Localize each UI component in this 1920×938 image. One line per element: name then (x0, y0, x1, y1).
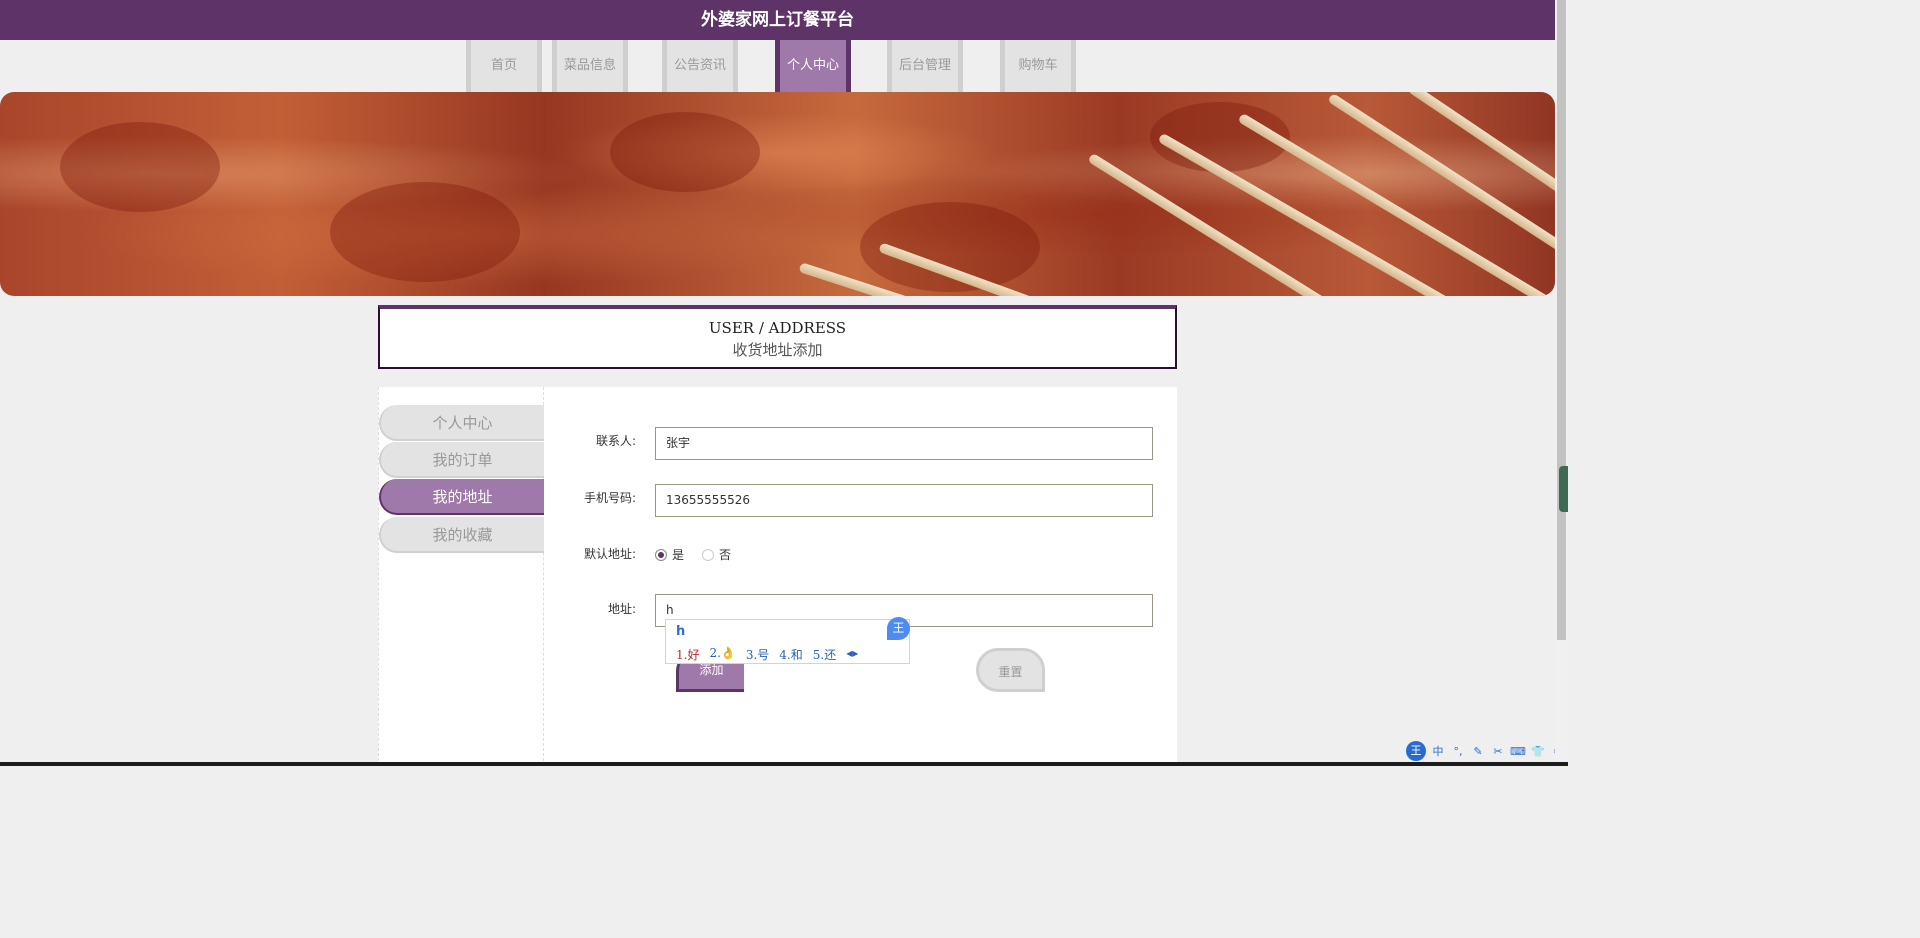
ime-handwriting-icon[interactable]: ✎ (1470, 745, 1486, 758)
ime-typed-text: h (676, 624, 686, 639)
ime-screenshot-icon[interactable]: ✂ (1490, 745, 1506, 758)
phone-input[interactable]: 13655555526 (655, 484, 1153, 517)
side-panel-handle[interactable] (1559, 466, 1568, 512)
site-title: 外婆家网上订餐平台 (701, 10, 854, 30)
sidebar-item-my-orders[interactable]: 我的订单 (379, 442, 544, 478)
ime-keyboard-icon[interactable]: ⌨ (1510, 745, 1526, 758)
sidebar-item-my-address[interactable]: 我的地址 (379, 479, 544, 515)
contact-input[interactable]: 张宇 (655, 427, 1153, 460)
ime-logo-icon: 王 (887, 617, 910, 640)
reset-button[interactable]: 重置 (976, 648, 1045, 692)
page-heading-english: USER / ADDRESS (708, 319, 847, 337)
ime-toolbar: 王 中 °, ✎ ✂ ⌨ 👕 ⚙ (1406, 740, 1568, 762)
default-yes-radio[interactable] (655, 548, 667, 561)
default-address-label: 默认地址: (583, 547, 636, 561)
nav-tab-admin[interactable]: 后台管理 (887, 40, 963, 92)
ime-chinese-mode-icon[interactable]: 中 (1430, 743, 1446, 759)
ime-candidate-list: 1.好 2.👌 3.号 4.和 5.还 ◂▸ (676, 646, 858, 663)
nav-tab-dishes[interactable]: 菜品信息 (552, 40, 628, 92)
page-heading-chinese: 收货地址添加 (732, 341, 823, 359)
default-no-label: 否 (719, 548, 732, 562)
ime-candidate-3[interactable]: 3.号 (746, 646, 769, 663)
nav-tab-cart[interactable]: 购物车 (1000, 40, 1076, 92)
ime-candidate-popup: h 1.好 2.👌 3.号 4.和 5.还 ◂▸ (665, 619, 910, 664)
address-label: 地址: (607, 602, 636, 616)
page-scrollbar[interactable] (1555, 0, 1568, 766)
address-form-panel: 联系人: 张宇 手机号码: 13655555526 默认地址: 是 否 地址: … (544, 387, 1177, 766)
ime-candidate-4[interactable]: 4.和 (779, 646, 802, 663)
window-bottom-edge (0, 762, 1568, 766)
ime-next-page-icon[interactable]: ◂▸ (846, 646, 858, 663)
nav-tab-home[interactable]: 首页 (466, 40, 542, 92)
ime-punctuation-icon[interactable]: °, (1450, 745, 1466, 758)
ime-candidate-2[interactable]: 2.👌 (709, 646, 735, 663)
nav-tab-news[interactable]: 公告资讯 (662, 40, 738, 92)
default-address-radio-group: 是 否 (655, 546, 749, 563)
ime-candidate-5[interactable]: 5.还 (813, 646, 836, 663)
ime-candidate-1[interactable]: 1.好 (676, 646, 699, 663)
sidebar-item-my-favorites[interactable]: 我的收藏 (379, 517, 544, 553)
contact-label: 联系人: (595, 434, 636, 448)
ime-skin-icon[interactable]: 👕 (1530, 745, 1546, 758)
ime-toolbar-logo-icon[interactable]: 王 (1406, 741, 1426, 761)
phone-label: 手机号码: (583, 491, 636, 505)
user-sidebar: 个人中心 我的订单 我的地址 我的收藏 (378, 387, 544, 766)
default-no-radio[interactable] (702, 548, 715, 561)
page-heading-box: USER / ADDRESS 收货地址添加 (378, 305, 1177, 369)
default-yes-label: 是 (672, 548, 685, 562)
scrollbar-thumb[interactable] (1557, 0, 1566, 640)
sidebar-item-personal-center[interactable]: 个人中心 (379, 405, 544, 441)
nav-tab-personal-center[interactable]: 个人中心 (775, 40, 851, 92)
food-banner-image (0, 92, 1555, 296)
top-header-bar: 外婆家网上订餐平台 (0, 0, 1555, 40)
